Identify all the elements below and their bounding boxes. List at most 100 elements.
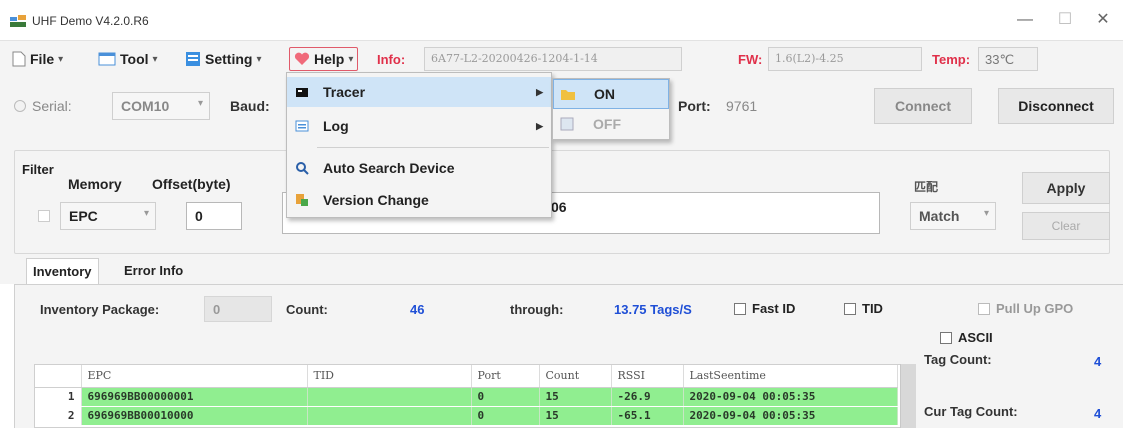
header-tid[interactable]: TID bbox=[307, 365, 472, 388]
app-icon bbox=[10, 15, 26, 27]
header-epc[interactable]: EPC bbox=[81, 365, 308, 388]
heart-icon bbox=[294, 52, 310, 65]
cell-lastseen: 2020-09-04 00:05:35 bbox=[683, 387, 898, 407]
chevron-down-icon: ▾ bbox=[256, 53, 262, 65]
serial-port-select[interactable]: COM10 ▾ bbox=[112, 92, 210, 120]
header-lastseen[interactable]: LastSeentime bbox=[683, 365, 898, 388]
cell-rssi: -26.9 bbox=[611, 387, 684, 407]
inventory-package-value: 0 bbox=[204, 296, 272, 322]
cur-tag-count-value: 4 bbox=[1094, 406, 1102, 421]
version-change-icon bbox=[296, 194, 308, 206]
pull-up-gpo-label: Pull Up GPO bbox=[996, 301, 1074, 316]
table-scrollbar[interactable] bbox=[900, 364, 916, 428]
clear-button[interactable]: Clear bbox=[1022, 212, 1110, 240]
row-number: 2 bbox=[35, 406, 82, 426]
offset-label: Offset(byte) bbox=[152, 176, 231, 192]
menu-tool-label: Tool bbox=[120, 51, 149, 67]
tab-inventory[interactable]: Inventory bbox=[26, 258, 99, 284]
menu-item-tracer-label: Tracer bbox=[323, 84, 366, 100]
menu-help-label: Help bbox=[314, 51, 345, 67]
checkbox-box bbox=[978, 302, 990, 315]
table-header-row: EPC TID Port Count RSSI LastSeentime bbox=[35, 365, 898, 388]
table-row[interactable]: 1 696969BB00000001 0 15 -26.9 2020-09-04… bbox=[35, 387, 898, 407]
file-icon bbox=[12, 51, 26, 67]
chevron-down-icon: ▾ bbox=[983, 208, 989, 219]
chevron-down-icon: ▾ bbox=[152, 53, 158, 65]
tracer-off-option[interactable]: OFF bbox=[553, 109, 669, 139]
pull-up-gpo-checkbox[interactable]: Pull Up GPO bbox=[978, 301, 1073, 316]
tracer-on-option[interactable]: ON bbox=[553, 79, 669, 109]
header-count[interactable]: Count bbox=[539, 365, 612, 388]
tab-strip: Inventory Error Info bbox=[0, 254, 1123, 284]
tag-table[interactable]: EPC TID Port Count RSSI LastSeentime 1 6… bbox=[34, 364, 914, 428]
menu-item-log-label: Log bbox=[323, 118, 349, 134]
cell-epc: 696969BB00010000 bbox=[81, 406, 308, 426]
match-value: Match bbox=[919, 208, 960, 224]
setting-icon bbox=[186, 52, 200, 66]
ascii-label: ASCII bbox=[958, 330, 993, 345]
menu-item-version-change[interactable]: Version Change bbox=[287, 185, 551, 215]
apply-button[interactable]: Apply bbox=[1022, 172, 1110, 204]
memory-select[interactable]: EPC ▾ bbox=[60, 202, 156, 230]
menu-file[interactable]: File ▾ bbox=[12, 49, 63, 69]
info-label: Info: bbox=[377, 52, 406, 67]
temp-label: Temp: bbox=[932, 52, 971, 67]
memory-value: EPC bbox=[69, 208, 98, 224]
menu-item-tracer[interactable]: Tracer ▶ bbox=[287, 77, 551, 107]
cell-rssi: -65.1 bbox=[611, 406, 684, 426]
fw-label: FW: bbox=[738, 52, 763, 67]
tracer-icon bbox=[296, 88, 308, 97]
through-value: 13.75 Tags/S bbox=[614, 302, 692, 317]
connect-button[interactable]: Connect bbox=[874, 88, 972, 124]
search-device-icon bbox=[296, 162, 309, 175]
minimize-button[interactable]: — bbox=[1010, 10, 1040, 30]
tid-checkbox[interactable]: TID bbox=[844, 301, 883, 316]
ascii-checkbox[interactable]: ASCII bbox=[940, 330, 993, 345]
cell-count: 15 bbox=[539, 387, 612, 407]
tab-error-info[interactable]: Error Info bbox=[118, 258, 189, 284]
port-number: 9761 bbox=[726, 98, 758, 114]
cell-lastseen: 2020-09-04 00:05:35 bbox=[683, 406, 898, 426]
submenu-arrow-icon: ▶ bbox=[536, 86, 543, 97]
cell-count: 15 bbox=[539, 406, 612, 426]
tag-count-value: 4 bbox=[1094, 354, 1102, 369]
blank-icon bbox=[560, 117, 574, 131]
count-value: 46 bbox=[410, 302, 425, 317]
chevron-down-icon: ▾ bbox=[58, 53, 64, 65]
checkbox-box bbox=[844, 302, 856, 315]
tracer-off-label: OFF bbox=[593, 116, 621, 132]
header-rssi[interactable]: RSSI bbox=[611, 365, 684, 388]
cell-port: 0 bbox=[471, 387, 540, 407]
through-label: through: bbox=[510, 302, 564, 317]
inventory-package-label: Inventory Package: bbox=[40, 302, 160, 317]
baud-label: Baud: bbox=[230, 98, 270, 114]
filter-enable-checkbox[interactable] bbox=[38, 210, 50, 222]
menu-item-auto-search-device[interactable]: Auto Search Device bbox=[287, 153, 551, 183]
serial-port-value: COM10 bbox=[121, 98, 170, 114]
match-select[interactable]: Match ▾ bbox=[910, 202, 996, 230]
table-row[interactable]: 2 696969BB00010000 0 15 -65.1 2020-09-04… bbox=[35, 406, 898, 426]
menu-item-log[interactable]: Log ▶ bbox=[287, 111, 551, 141]
menu-item-version-change-label: Version Change bbox=[323, 192, 429, 208]
cell-epc: 696969BB00000001 bbox=[81, 387, 308, 407]
title-bar: UHF Demo V4.2.0.R6 — ☐ ✕ bbox=[0, 0, 1123, 40]
maximize-button[interactable]: ☐ bbox=[1050, 10, 1080, 30]
folder-icon bbox=[561, 90, 575, 100]
memory-label: Memory bbox=[68, 176, 122, 192]
header-rownum bbox=[35, 365, 82, 388]
cell-port: 0 bbox=[471, 406, 540, 426]
menu-separator bbox=[317, 147, 549, 148]
menu-setting[interactable]: Setting ▾ bbox=[185, 49, 261, 69]
serial-radio[interactable] bbox=[14, 100, 26, 112]
tag-count-label: Tag Count: bbox=[924, 352, 992, 367]
cell-tid bbox=[307, 406, 472, 426]
header-port[interactable]: Port bbox=[471, 365, 540, 388]
offset-input[interactable]: 0 bbox=[186, 202, 242, 230]
cur-tag-count-label: Cur Tag Count: bbox=[924, 404, 1018, 419]
close-button[interactable]: ✕ bbox=[1088, 10, 1118, 30]
menu-help[interactable]: Help ▾ bbox=[289, 47, 359, 71]
disconnect-button[interactable]: Disconnect bbox=[998, 88, 1114, 124]
menu-tool[interactable]: Tool ▾ bbox=[98, 49, 158, 69]
menu-file-label: File bbox=[30, 51, 55, 67]
fast-id-checkbox[interactable]: Fast ID bbox=[734, 301, 795, 316]
